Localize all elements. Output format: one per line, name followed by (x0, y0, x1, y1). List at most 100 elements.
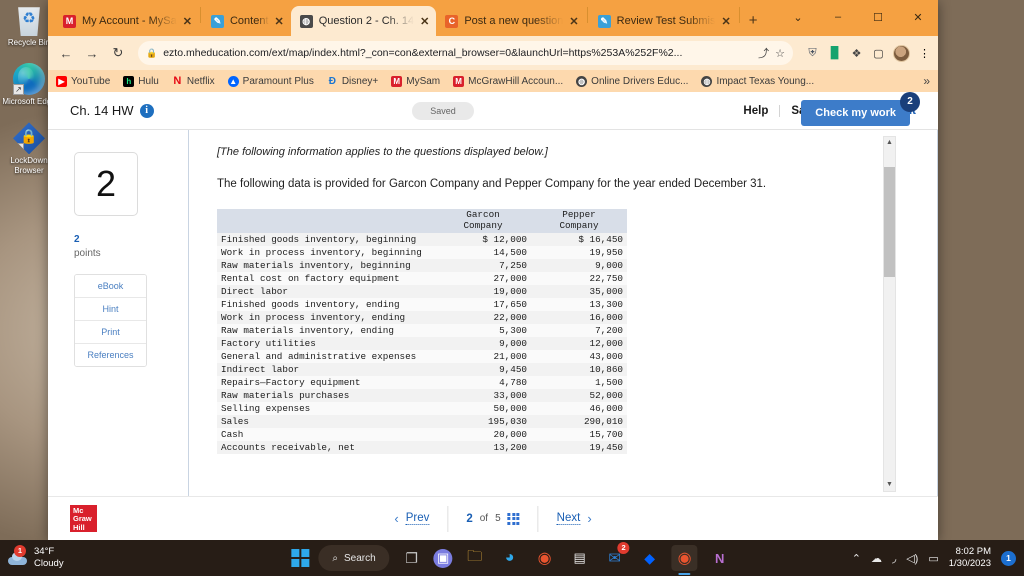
question-grid-icon[interactable] (507, 512, 520, 525)
hint-button[interactable]: Hint (75, 298, 146, 321)
bookmark-impact-texas-young[interactable]: ◍ Impact Texas Young... (701, 75, 814, 87)
browser-tab-content[interactable]: ✎ Content ✕ (202, 6, 291, 36)
table-cell-label: Work in process inventory, ending (221, 311, 406, 323)
taskbar-mail-icon[interactable]: ✉ 2 (602, 542, 630, 571)
scroll-up-arrow-icon[interactable]: ▲ (884, 137, 895, 149)
tab-close-icon[interactable]: ✕ (721, 15, 730, 28)
scrollbar-thumb[interactable] (884, 167, 895, 277)
battery-icon[interactable]: ▭ (928, 552, 938, 565)
bookmark-hulu[interactable]: h Hulu (123, 75, 159, 87)
weather-widget[interactable]: 1 34°F Cloudy (0, 545, 64, 570)
disney-plus-icon: Ð (328, 75, 336, 87)
windows-start-icon[interactable] (291, 549, 310, 567)
browser-tab-my-account[interactable]: M My Account - MySa ✕ (54, 6, 199, 36)
mysam-icon: M (391, 75, 403, 87)
prev-chevron-icon[interactable]: ‹ (394, 511, 398, 526)
table-cell-pepper: 43,000 (589, 350, 623, 362)
bookmark-online-drivers-ed[interactable]: ◍ Online Drivers Educ... (576, 75, 688, 87)
content-scrollbar[interactable]: ▲ ▼ (883, 136, 896, 492)
taskbar-file-explorer-icon[interactable]: 🗀 (462, 545, 488, 571)
table-row: Sales 195,030 290,010 (217, 414, 627, 428)
taskbar-google-chrome-active-icon[interactable]: ◉ (671, 545, 698, 575)
bookmark-star-icon[interactable]: ☆ (775, 47, 785, 60)
next-chevron-icon[interactable]: › (587, 511, 591, 526)
logo-line-3: Hill (73, 522, 85, 532)
taskbar-google-chrome-icon[interactable]: ◉ (532, 545, 558, 571)
question-sidebar: 2 2 points eBook Hint Print References (48, 130, 188, 496)
bookmark-label: Netflix (186, 75, 215, 87)
print-button[interactable]: Print (75, 321, 146, 344)
tab-close-icon[interactable]: ✕ (275, 15, 284, 28)
question-number: 2 (74, 152, 138, 216)
bookmark-netflix[interactable]: N Netflix (172, 75, 215, 87)
close-window-button[interactable]: ✕ (898, 11, 938, 24)
browser-tab-review-test[interactable]: ✎ Review Test Submis ✕ (589, 6, 738, 36)
tab-close-icon[interactable]: ✕ (569, 15, 578, 28)
assignment-footer: Mc Graw Hill ‹ Prev 2 of 5 Next › (48, 496, 938, 540)
taskbar-search[interactable]: ⌕ Search (318, 545, 390, 571)
grammarly-extension-icon[interactable]: ▐▌ (827, 46, 843, 61)
shield-extension-icon[interactable]: ⛨ (805, 46, 820, 61)
minimize-button[interactable]: – (818, 11, 858, 23)
clock[interactable]: 8:02 PM 1/30/2023 (949, 546, 991, 570)
tab-favicon-icon: ◍ (299, 14, 313, 28)
next-group[interactable]: Next › (539, 506, 610, 532)
reload-button[interactable]: ↻ (106, 41, 130, 65)
info-icon[interactable]: i (139, 103, 154, 118)
mcgrawhill-icon: M (453, 75, 465, 87)
table-row: Direct labor 19,000 35,000 (217, 284, 627, 298)
sidebar-extension-icon[interactable]: ▢ (871, 46, 886, 61)
taskbar-teams-icon[interactable]: ▣ (433, 548, 453, 568)
tab-close-icon[interactable]: ✕ (420, 15, 429, 28)
table-cell-pepper: $ 16,450 (578, 233, 623, 245)
bookmark-mcgrawhill-account[interactable]: M McGrawHill Accoun... (453, 75, 563, 87)
scroll-down-arrow-icon[interactable]: ▼ (884, 479, 895, 491)
browser-tab-post-question[interactable]: C Post a new question ✕ (436, 6, 585, 36)
taskbar-microsoft-store-icon[interactable]: ▤ (567, 545, 593, 571)
maximize-button[interactable]: ☐ (858, 11, 898, 24)
browser-menu-icon[interactable]: ⋮ (917, 46, 932, 61)
references-button[interactable]: References (75, 344, 146, 366)
clock-date: 1/30/2023 (948, 558, 991, 569)
check-my-work-button[interactable]: Check my work (801, 100, 910, 126)
current-page: 2 (466, 512, 473, 525)
notification-center-badge[interactable]: 1 (1001, 550, 1016, 566)
question-body: 2 2 points eBook Hint Print References [… (48, 130, 938, 496)
table-row: Finished goods inventory, ending 17,650 13… (217, 297, 627, 311)
profile-avatar[interactable] (893, 44, 910, 62)
new-tab-button[interactable]: + (749, 12, 758, 29)
table-header-blank (217, 208, 435, 233)
address-bar[interactable]: 🔒 ezto.mheducation.com/ext/map/index.htm… (138, 41, 793, 65)
tray-expand-chevron-icon[interactable]: ⌃ (852, 552, 861, 565)
bookmark-mysam[interactable]: M MySam (391, 75, 440, 87)
next-link[interactable]: Next (556, 512, 581, 525)
forward-button[interactable]: → (80, 41, 104, 65)
bookmark-youtube[interactable]: ▶ YouTube (56, 75, 111, 87)
window-controls: ⌄ – ☐ ✕ (778, 0, 938, 34)
puzzle-extensions-icon[interactable]: ❖ (849, 46, 864, 61)
tab-search-chevron-icon[interactable]: ⌄ (778, 11, 818, 24)
bookmark-label: YouTube (71, 75, 111, 87)
back-button[interactable]: ← (54, 41, 78, 65)
help-link[interactable]: Help (732, 104, 781, 117)
taskbar-onenote-icon[interactable]: N (707, 545, 733, 571)
tab-close-icon[interactable]: ✕ (183, 15, 192, 28)
share-icon[interactable]: ⤴ (758, 45, 769, 61)
taskbar-microsoft-edge-icon[interactable]: ◕ (497, 545, 523, 571)
address-bar-url: ezto.mheducation.com/ext/map/index.html?… (163, 47, 683, 59)
taskbar-task-view-icon[interactable]: ❐ (399, 545, 425, 571)
prev-link[interactable]: Prev (405, 512, 430, 525)
taskbar-dropbox-icon[interactable]: ◆ (637, 545, 663, 571)
bookmarks-overflow-icon[interactable]: » (923, 74, 930, 88)
wifi-icon[interactable]: ◞ (892, 552, 896, 565)
table-cell-pepper: 1,500 (595, 376, 623, 388)
table-cell-garcon: 9,450 (499, 363, 527, 375)
prev-group[interactable]: ‹ Prev (376, 505, 449, 532)
tab-title: Question 2 - Ch. 14 (318, 15, 415, 27)
ebook-button[interactable]: eBook (75, 275, 146, 298)
browser-tab-question-2[interactable]: ◍ Question 2 - Ch. 14 ✕ (290, 6, 437, 36)
bookmark-paramount-plus[interactable]: ▲ Paramount Plus (227, 75, 314, 87)
onedrive-icon[interactable]: ☁ (871, 552, 882, 565)
volume-icon[interactable]: ◁) (906, 552, 918, 565)
bookmark-disney-plus[interactable]: Ð Disney+ (327, 75, 379, 87)
